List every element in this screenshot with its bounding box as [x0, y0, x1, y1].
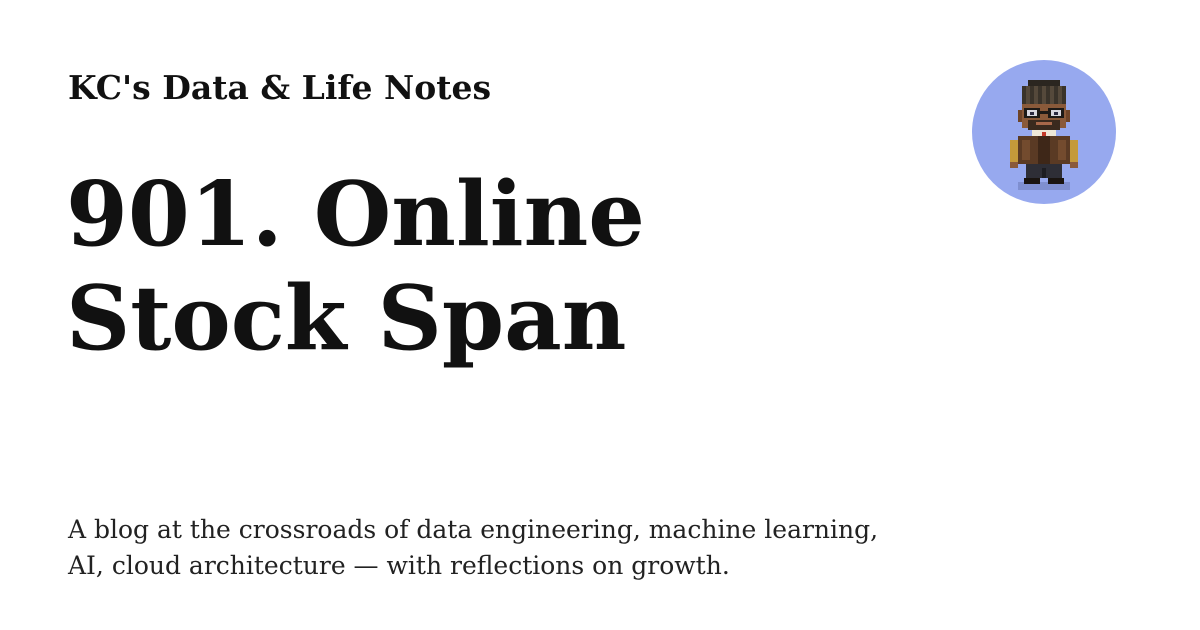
pixel-art-avatar-icon	[1010, 80, 1078, 190]
site-tagline: A blog at the crossroads of data enginee…	[68, 515, 879, 580]
avatar	[972, 60, 1116, 204]
post-title: 901. Online Stock Span	[66, 161, 645, 370]
site-name: KC's Data & Life Notes	[68, 68, 492, 107]
og-card: KC's Data & Life Notes 901. Online Stock…	[0, 0, 1200, 630]
